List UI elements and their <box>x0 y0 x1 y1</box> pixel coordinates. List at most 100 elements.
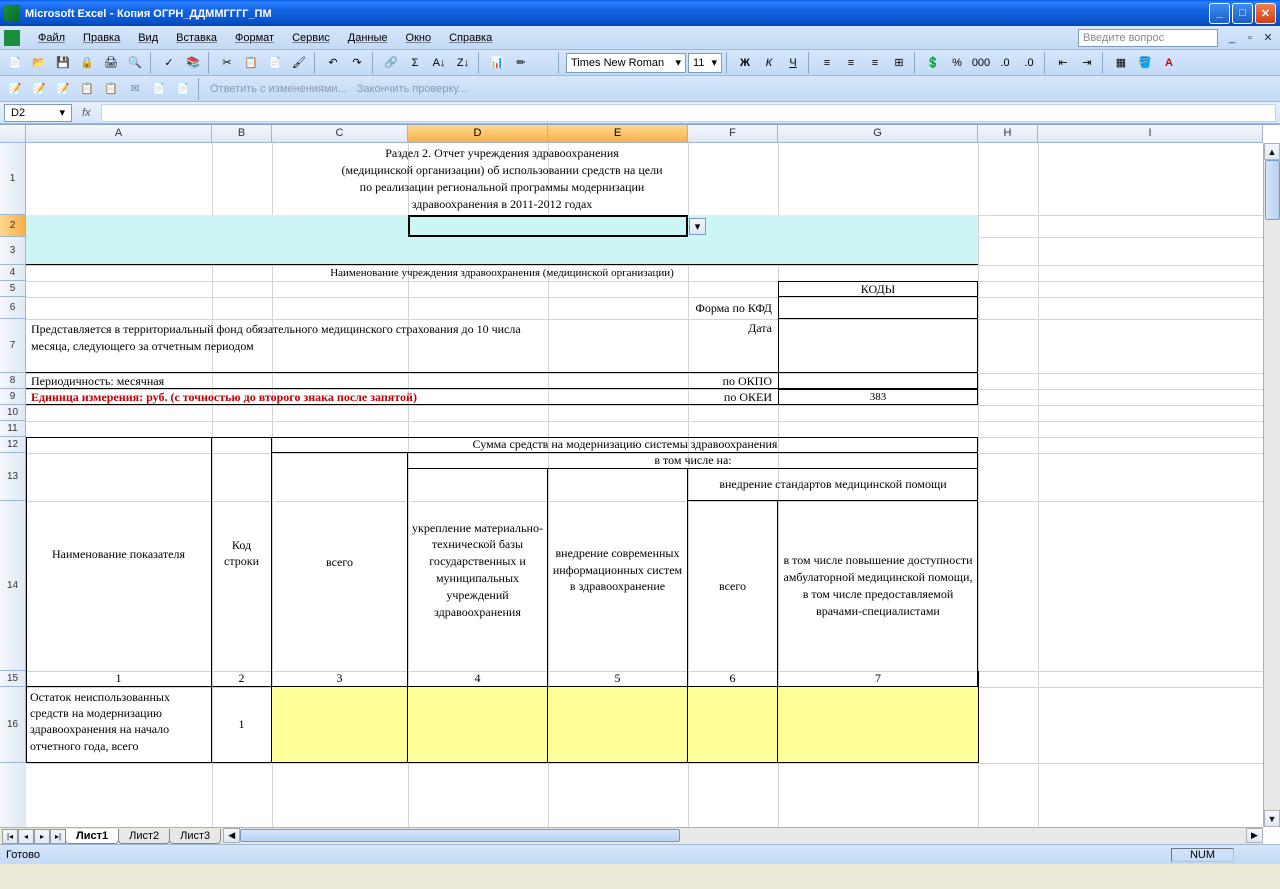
h-scroll-thumb[interactable] <box>240 829 680 842</box>
redo-button[interactable]: ↷ <box>346 52 368 74</box>
tab-nav-next[interactable]: ▸ <box>34 829 50 844</box>
org-name-label[interactable]: Наименование учреждения здравоохранения … <box>26 265 978 281</box>
active-cell-D2[interactable] <box>408 215 688 237</box>
header-indicator[interactable]: Наименование показателя <box>26 437 212 671</box>
colnum-3[interactable]: 3 <box>272 671 408 686</box>
end-review-button[interactable]: Закончить проверку... <box>353 83 471 95</box>
row-7[interactable]: 7 <box>0 319 26 373</box>
font-size-selector[interactable]: 11▾ <box>688 53 722 73</box>
header-d[interactable]: укрепление материально-технической базы … <box>408 469 548 671</box>
italic-button[interactable]: К <box>758 52 780 74</box>
scroll-left-button[interactable]: ◀ <box>223 828 240 843</box>
okpo-label[interactable]: по ОКПО <box>548 373 778 389</box>
row16-code[interactable]: 1 <box>212 687 272 762</box>
scroll-up-button[interactable]: ▲ <box>1264 143 1280 160</box>
fill-color-button[interactable]: 🪣 <box>1134 52 1156 74</box>
permission-button[interactable]: 🔒 <box>76 52 98 74</box>
review-btn-4[interactable]: 📋 <box>76 78 98 100</box>
autosum-button[interactable]: Σ <box>404 52 426 74</box>
currency-button[interactable]: 💲 <box>922 52 944 74</box>
open-button[interactable]: 📂 <box>28 52 50 74</box>
col-I[interactable]: I <box>1038 125 1263 142</box>
align-right-button[interactable]: ≡ <box>864 52 886 74</box>
tab-nav-last[interactable]: ▸| <box>50 829 66 844</box>
dec-decimal-button[interactable]: .0 <box>1018 52 1040 74</box>
okpo-value[interactable] <box>778 373 978 389</box>
print-button[interactable]: 🖨 <box>100 52 122 74</box>
colnum-2[interactable]: 2 <box>212 671 272 686</box>
row16-d[interactable] <box>408 687 548 762</box>
header-incl[interactable]: в том числе на: <box>408 453 978 469</box>
unit-measure[interactable]: Единица измерения: руб. (с точностью до … <box>28 389 548 405</box>
header-fg[interactable]: внедрение стандартов медицинской помощи <box>688 469 978 501</box>
col-B[interactable]: B <box>212 125 272 142</box>
font-selector[interactable]: Times New Roman▾ <box>566 53 686 73</box>
row-10[interactable]: 10 <box>0 405 26 421</box>
menu-view[interactable]: Вид <box>130 30 166 46</box>
menu-window[interactable]: Окно <box>398 30 440 46</box>
header-total[interactable]: всего <box>272 453 408 671</box>
sheet-tab-3[interactable]: Лист3 <box>169 829 221 844</box>
okei-value[interactable]: 383 <box>778 389 978 405</box>
tab-nav-first[interactable]: |◂ <box>2 829 18 844</box>
periodicity[interactable]: Периодичность: месячная <box>28 373 408 389</box>
vertical-scrollbar[interactable]: ▲ ▼ <box>1263 143 1280 827</box>
col-A[interactable]: A <box>26 125 212 142</box>
new-button[interactable]: 📄 <box>4 52 26 74</box>
preview-button[interactable]: 🔍 <box>124 52 146 74</box>
doc-close-button[interactable]: ✕ <box>1260 30 1276 46</box>
tab-nav-prev[interactable]: ◂ <box>18 829 34 844</box>
forma-value[interactable] <box>778 297 978 319</box>
header-sum[interactable]: Сумма средств на модернизацию системы зд… <box>272 437 978 453</box>
merge-button[interactable]: ⊞ <box>888 52 910 74</box>
borders-button[interactable]: ▦ <box>1110 52 1132 74</box>
sort-desc-button[interactable]: Z↓ <box>452 52 474 74</box>
sheet-tab-1[interactable]: Лист1 <box>65 829 119 844</box>
row-9[interactable]: 9 <box>0 389 26 405</box>
doc-restore-button[interactable]: ▫ <box>1242 30 1258 46</box>
cells-area[interactable]: Раздел 2. Отчет учреждения здравоохранен… <box>26 143 1263 827</box>
bold-button[interactable]: Ж <box>734 52 756 74</box>
doc-minimize-button[interactable]: _ <box>1224 30 1240 46</box>
col-F[interactable]: F <box>688 125 778 142</box>
v-scroll-thumb[interactable] <box>1265 160 1280 220</box>
colnum-1[interactable]: 1 <box>26 671 212 686</box>
row-15[interactable]: 15 <box>0 671 26 687</box>
row-14[interactable]: 14 <box>0 501 26 671</box>
row16-e[interactable] <box>548 687 688 762</box>
row-8[interactable]: 8 <box>0 373 26 389</box>
review-btn-6[interactable]: ✉ <box>124 78 146 100</box>
row-16[interactable]: 16 <box>0 687 26 763</box>
scroll-down-button[interactable]: ▼ <box>1264 810 1280 827</box>
sheet-tab-2[interactable]: Лист2 <box>118 829 170 844</box>
review-btn-5[interactable]: 📋 <box>100 78 122 100</box>
submit-info[interactable]: Представляется в территориальный фонд об… <box>28 319 548 373</box>
col-C[interactable]: C <box>272 125 408 142</box>
row16-g[interactable] <box>778 687 978 762</box>
sort-asc-button[interactable]: A↓ <box>428 52 450 74</box>
colnum-5[interactable]: 5 <box>548 671 688 686</box>
format-painter-button[interactable]: 🖌 <box>288 52 310 74</box>
menu-format[interactable]: Формат <box>227 30 282 46</box>
colnum-4[interactable]: 4 <box>408 671 548 686</box>
header-f[interactable]: всего <box>688 501 778 671</box>
cut-button[interactable]: ✂ <box>216 52 238 74</box>
fx-icon[interactable]: fx <box>78 107 95 119</box>
formula-bar[interactable] <box>101 104 1276 122</box>
date-label[interactable]: Дата <box>548 319 778 337</box>
okei-label[interactable]: по ОКЕИ <box>548 389 778 405</box>
row-2[interactable]: 2 <box>0 215 26 237</box>
row-12[interactable]: 12 <box>0 437 26 453</box>
chart-button[interactable]: 📊 <box>486 52 508 74</box>
close-button[interactable]: ✕ <box>1255 3 1276 24</box>
review-btn-8[interactable]: 📄 <box>172 78 194 100</box>
name-box[interactable]: D2▾ <box>4 104 72 122</box>
review-btn-7[interactable]: 📄 <box>148 78 170 100</box>
col-G[interactable]: G <box>778 125 978 142</box>
title-cell[interactable]: Раздел 2. Отчет учреждения здравоохранен… <box>26 143 978 215</box>
date-value[interactable] <box>778 319 978 373</box>
col-E[interactable]: E <box>548 125 688 142</box>
select-all-corner[interactable] <box>0 125 26 143</box>
maximize-button[interactable]: □ <box>1232 3 1253 24</box>
reply-changes-button[interactable]: Ответить с изменениями... <box>206 83 351 95</box>
